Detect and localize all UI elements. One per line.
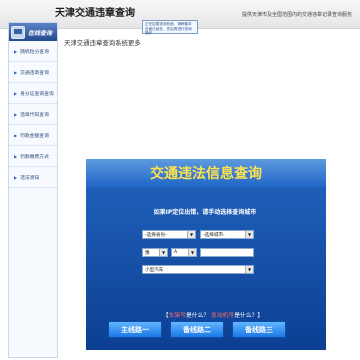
sidebar-item-label: 交通违章查询 (20, 70, 49, 76)
loading-notice: 正在加载查询系统，请稍候本页面已经在，先后再进行查询操作 (142, 20, 198, 35)
plate-letter-value: A (174, 250, 178, 255)
site-title: 天津交通违章查询 (55, 8, 135, 19)
city-prompt: 如果IP定位出错，请手动选择查询城市 (153, 209, 257, 216)
plate-number-input[interactable] (200, 248, 254, 257)
chevron-down-icon: ▼ (245, 231, 253, 238)
sidebar-item-label: 随机粒分查询 (20, 49, 49, 55)
plate-prefix-select[interactable]: 豫 ▼ (142, 248, 168, 257)
bullet-icon: ▶ (14, 90, 18, 96)
bullet-icon: ▶ (14, 48, 18, 54)
province-select[interactable]: -选择省份- ▼ (142, 230, 196, 239)
car-icon (11, 25, 25, 39)
page-title: 天津交通违章查询系统更多 (64, 39, 141, 47)
sidebar-item-code[interactable]: ▶ 违章代码查询 (9, 104, 57, 125)
service-description: 提供天津市及全国范围内的交通违章记录查询服务 (241, 12, 352, 18)
route-3-button[interactable]: 备线路三 (232, 321, 286, 338)
sidebar: 在线查询 ▶ 随机粒分查询 ▶ 交通违章查询 ▶ 身分证查询查询 ▶ 违章代码查询 ▶ 罚… (8, 22, 58, 358)
sidebar-item-fine[interactable]: ▶ 罚款金额查询 (9, 125, 57, 146)
sidebar-heading-label: 在线查询 (28, 29, 53, 37)
chevron-down-icon: ▼ (187, 231, 195, 238)
sidebar-item-label: 身分证查询查询 (20, 91, 54, 97)
sidebar-item-payment[interactable]: ▶ 罚款缴费方式 (9, 146, 57, 167)
bullet-icon: ▶ (14, 132, 18, 138)
bullet-icon: ▶ (14, 69, 18, 75)
sidebar-heading: 在线查询 (9, 23, 57, 41)
sidebar-item-points[interactable]: ▶ 随机粒分查询 (9, 41, 57, 62)
chevron-down-icon: ▼ (159, 249, 167, 256)
route-1-button[interactable]: 主线路一 (108, 321, 162, 338)
vehicle-type-value: 小型汽车 (145, 267, 164, 273)
bullet-icon: ▶ (14, 111, 18, 117)
province-select-value: -选择省份- (145, 232, 167, 238)
sidebar-item-label: 罚款缴费方式 (20, 154, 49, 160)
plate-prefix-value: 豫 (145, 250, 150, 256)
vehicle-type-select[interactable]: 小型汽车 ▼ (142, 265, 254, 274)
chevron-down-icon: ▼ (188, 249, 196, 256)
city-select[interactable]: -选择城市- ▼ (200, 230, 254, 239)
sidebar-item-label: 违章代码查询 (20, 112, 49, 118)
bullet-icon: ▶ (14, 153, 18, 159)
sidebar-item-id-card[interactable]: ▶ 身分证查询查询 (9, 83, 57, 104)
vin-help-link[interactable]: 车架号 (169, 313, 186, 319)
bullet-icon: ▶ (14, 174, 18, 180)
plate-letter-select[interactable]: A ▼ (171, 248, 197, 257)
chevron-down-icon: ▼ (245, 266, 253, 273)
sidebar-item-label: 罚款金额查询 (20, 133, 49, 139)
city-select-value: -选择城市- (203, 232, 225, 238)
query-banner: 交通违法信息查询 (86, 159, 326, 187)
sidebar-item-violation[interactable]: ▶ 交通违章查询 (9, 62, 57, 83)
engine-help-link[interactable]: 发动机号 (211, 313, 234, 319)
help-links: 【车架号是什么？ 发动机号是什么？】 (162, 313, 264, 319)
sidebar-item-label: 违法须知 (20, 175, 40, 181)
sidebar-item-notice[interactable]: ▶ 违法须知 (9, 167, 57, 188)
route-2-button[interactable]: 备线路二 (170, 321, 224, 338)
